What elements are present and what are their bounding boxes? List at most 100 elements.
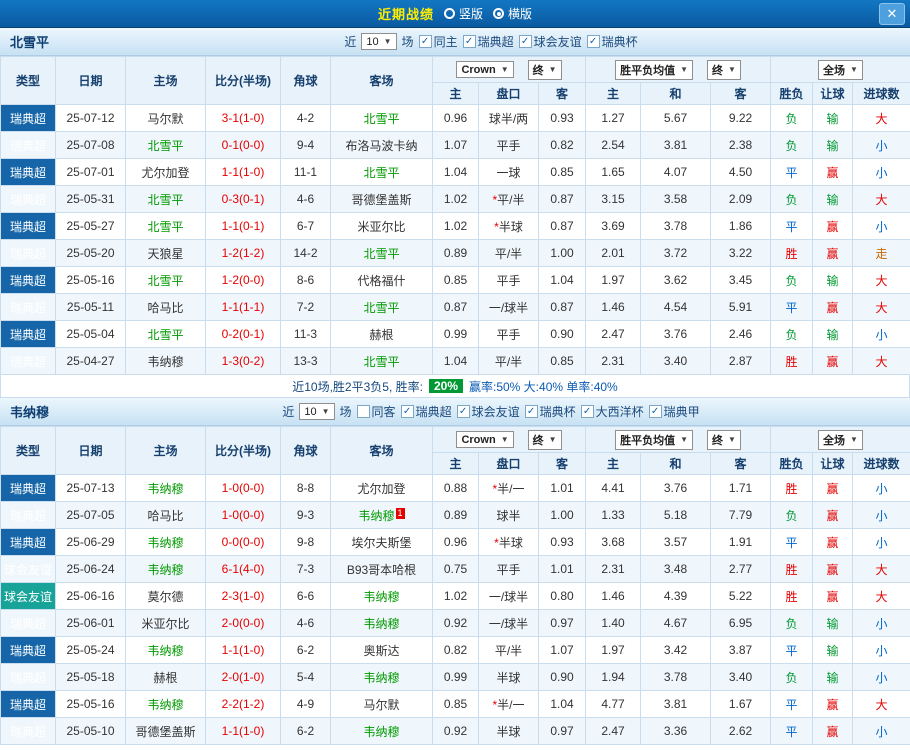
score-cell: 6-1(4-0) bbox=[205, 555, 281, 583]
away-team: 北雪平 bbox=[363, 354, 400, 369]
chevron-down-icon: ▼ bbox=[680, 435, 688, 444]
handicap-cell: 平/半 bbox=[478, 239, 539, 267]
euro-away-odds: 5.22 bbox=[710, 582, 771, 610]
euro-draw-odds: 3.81 bbox=[640, 131, 711, 159]
type-cell: 瑞典超 bbox=[0, 104, 56, 132]
euro-home-odds: 2.47 bbox=[585, 320, 641, 348]
filter-checkbox[interactable]: 大西洋杯 bbox=[580, 403, 644, 420]
euro-home-odds: 1.97 bbox=[585, 266, 641, 294]
avg-odds-select[interactable]: 胜平负均值 ▼ bbox=[615, 59, 693, 80]
summary-rates: 赢率:50% 大:40% 单率:40% bbox=[469, 379, 618, 394]
asian-home-odds: 0.87 bbox=[432, 293, 479, 321]
handicap-cell: 平手 bbox=[478, 131, 539, 159]
col-away: 客场 bbox=[330, 56, 433, 105]
filter-checkbox[interactable]: 瑞典杯 bbox=[524, 403, 576, 420]
handicap-result-cell: 赢 bbox=[812, 501, 853, 529]
asian-home-odds: 1.02 bbox=[432, 582, 479, 610]
col-away: 客场 bbox=[330, 426, 433, 475]
asian-home-odds: 1.02 bbox=[432, 185, 479, 213]
date-cell: 25-06-16 bbox=[55, 582, 126, 610]
asian-away-odds: 0.87 bbox=[538, 293, 586, 321]
type-cell: 瑞典超 bbox=[0, 501, 56, 529]
match-count-select[interactable]: 10 ▼ bbox=[299, 403, 335, 420]
corners-cell: 6-7 bbox=[280, 212, 331, 240]
table-row: 瑞典超 25-05-24 韦纳穆 1-1(1-0) 6-2 奥斯达 0.82 平/半 1.07 1… bbox=[0, 636, 910, 664]
asian-away-odds: 0.90 bbox=[538, 663, 586, 691]
type-cell: 瑞典超 bbox=[0, 663, 56, 691]
col-type: 类型 bbox=[0, 56, 56, 105]
filter-checkbox[interactable]: 瑞典超 bbox=[400, 403, 452, 420]
score-cell: 0-1(0-0) bbox=[205, 131, 281, 159]
home-team: 北雪平 bbox=[147, 219, 184, 234]
handicap-result-cell: 赢 bbox=[812, 582, 853, 610]
final-odds-select[interactable]: 终 ▼ bbox=[707, 429, 741, 450]
match-count-select[interactable]: 10 ▼ bbox=[361, 33, 397, 50]
corners-cell: 11-1 bbox=[280, 158, 331, 186]
odds-source-select[interactable]: Crown ▼ bbox=[456, 431, 514, 448]
layout-radio-vertical[interactable]: 竖版 bbox=[443, 5, 483, 22]
home-team: 哈马比 bbox=[147, 508, 184, 523]
filter-checkbox[interactable]: 球会友谊 bbox=[456, 403, 520, 420]
page-title: 近期战绩 bbox=[377, 7, 434, 22]
asian-away-odds: 0.97 bbox=[538, 717, 586, 745]
filter-checkbox[interactable]: 同客 bbox=[356, 403, 396, 420]
checkbox-label: 瑞典甲 bbox=[663, 405, 700, 419]
handicap-cell: 平/半 bbox=[478, 347, 539, 375]
euro-draw-odds: 3.76 bbox=[640, 474, 711, 502]
asian-home-odds: 0.85 bbox=[432, 690, 479, 718]
final-odds-select[interactable]: 终 ▼ bbox=[527, 59, 562, 80]
layout-radio-horizontal[interactable]: 横版 bbox=[493, 5, 532, 22]
team-panel-1: 北雪平 近10▼场同主瑞典超球会友谊瑞典杯 类型 日期 主场 比分(半场) 角球… bbox=[0, 28, 910, 398]
col-handicap: 盘口 bbox=[478, 82, 539, 105]
checkbox-icon bbox=[648, 405, 662, 418]
table-row: 瑞典超 25-05-16 韦纳穆 2-2(1-2) 4-9 马尔默 0.85 *半/一 1.04… bbox=[0, 690, 910, 718]
filter-checkbox[interactable]: 瑞典杯 bbox=[586, 33, 638, 50]
euro-away-odds: 2.77 bbox=[710, 555, 771, 583]
result-cell: 胜 bbox=[770, 555, 813, 583]
odds-source-select[interactable]: Crown ▼ bbox=[456, 61, 514, 78]
filter-checkbox[interactable]: 同主 bbox=[418, 33, 458, 50]
away-team-cell: 北雪平 bbox=[330, 104, 433, 132]
avg-odds-select[interactable]: 胜平负均值 ▼ bbox=[615, 429, 693, 450]
asian-home-odds: 0.88 bbox=[432, 474, 479, 502]
euro-home-odds: 1.33 bbox=[585, 501, 641, 529]
result-cell: 平 bbox=[770, 717, 813, 745]
handicap-cell: *半球 bbox=[478, 212, 539, 240]
result-cell: 负 bbox=[770, 266, 813, 294]
euro-home-odds: 3.15 bbox=[585, 185, 641, 213]
corners-cell: 13-3 bbox=[280, 347, 331, 375]
col-euro-home: 主 bbox=[585, 82, 641, 105]
away-team-cell: 马尔默 bbox=[330, 690, 433, 718]
close-button[interactable]: ✕ bbox=[879, 3, 905, 25]
away-team: 北雪平 bbox=[363, 165, 400, 180]
away-team-cell: 韦纳穆 bbox=[330, 609, 433, 637]
handicap-result-cell: 输 bbox=[812, 320, 853, 348]
date-cell: 25-05-10 bbox=[55, 717, 126, 745]
asian-home-odds: 1.04 bbox=[432, 347, 479, 375]
scope-select[interactable]: 全场 ▼ bbox=[818, 429, 863, 450]
home-team: 哥德堡盖斯 bbox=[135, 724, 196, 739]
away-team: 奥斯达 bbox=[363, 643, 400, 658]
result-cell: 负 bbox=[770, 104, 813, 132]
handicap-cell: 一球 bbox=[478, 158, 539, 186]
scope-select[interactable]: 全场 ▼ bbox=[818, 59, 863, 80]
corners-cell: 6-6 bbox=[280, 582, 331, 610]
euro-home-odds: 2.31 bbox=[585, 347, 641, 375]
away-team: 韦纳穆 bbox=[363, 724, 400, 739]
filter-checkbox[interactable]: 球会友谊 bbox=[518, 33, 582, 50]
final-odds-select[interactable]: 终 ▼ bbox=[527, 429, 562, 450]
panel-header: 北雪平 近 10▼ 场 同主 瑞典超 球会友谊 瑞典杯 bbox=[0, 28, 910, 56]
chevron-down-icon: ▼ bbox=[500, 65, 509, 74]
euro-away-odds: 5.91 bbox=[710, 293, 771, 321]
table-row: 瑞典超 25-07-12 马尔默 3-1(1-0) 4-2 北雪平 0.96 球半/两 0.93… bbox=[0, 104, 910, 132]
type-cell: 瑞典超 bbox=[0, 239, 56, 267]
away-team-cell: 北雪平 bbox=[330, 158, 433, 186]
away-team-cell: 尤尔加登 bbox=[330, 474, 433, 502]
final-odds-select[interactable]: 终 ▼ bbox=[707, 59, 741, 80]
euro-away-odds: 4.50 bbox=[710, 158, 771, 186]
corners-cell: 4-9 bbox=[280, 690, 331, 718]
filter-checkbox[interactable]: 瑞典超 bbox=[462, 33, 514, 50]
result-cell: 平 bbox=[770, 158, 813, 186]
asian-away-odds: 1.01 bbox=[538, 555, 586, 583]
filter-checkbox[interactable]: 瑞典甲 bbox=[648, 403, 700, 420]
